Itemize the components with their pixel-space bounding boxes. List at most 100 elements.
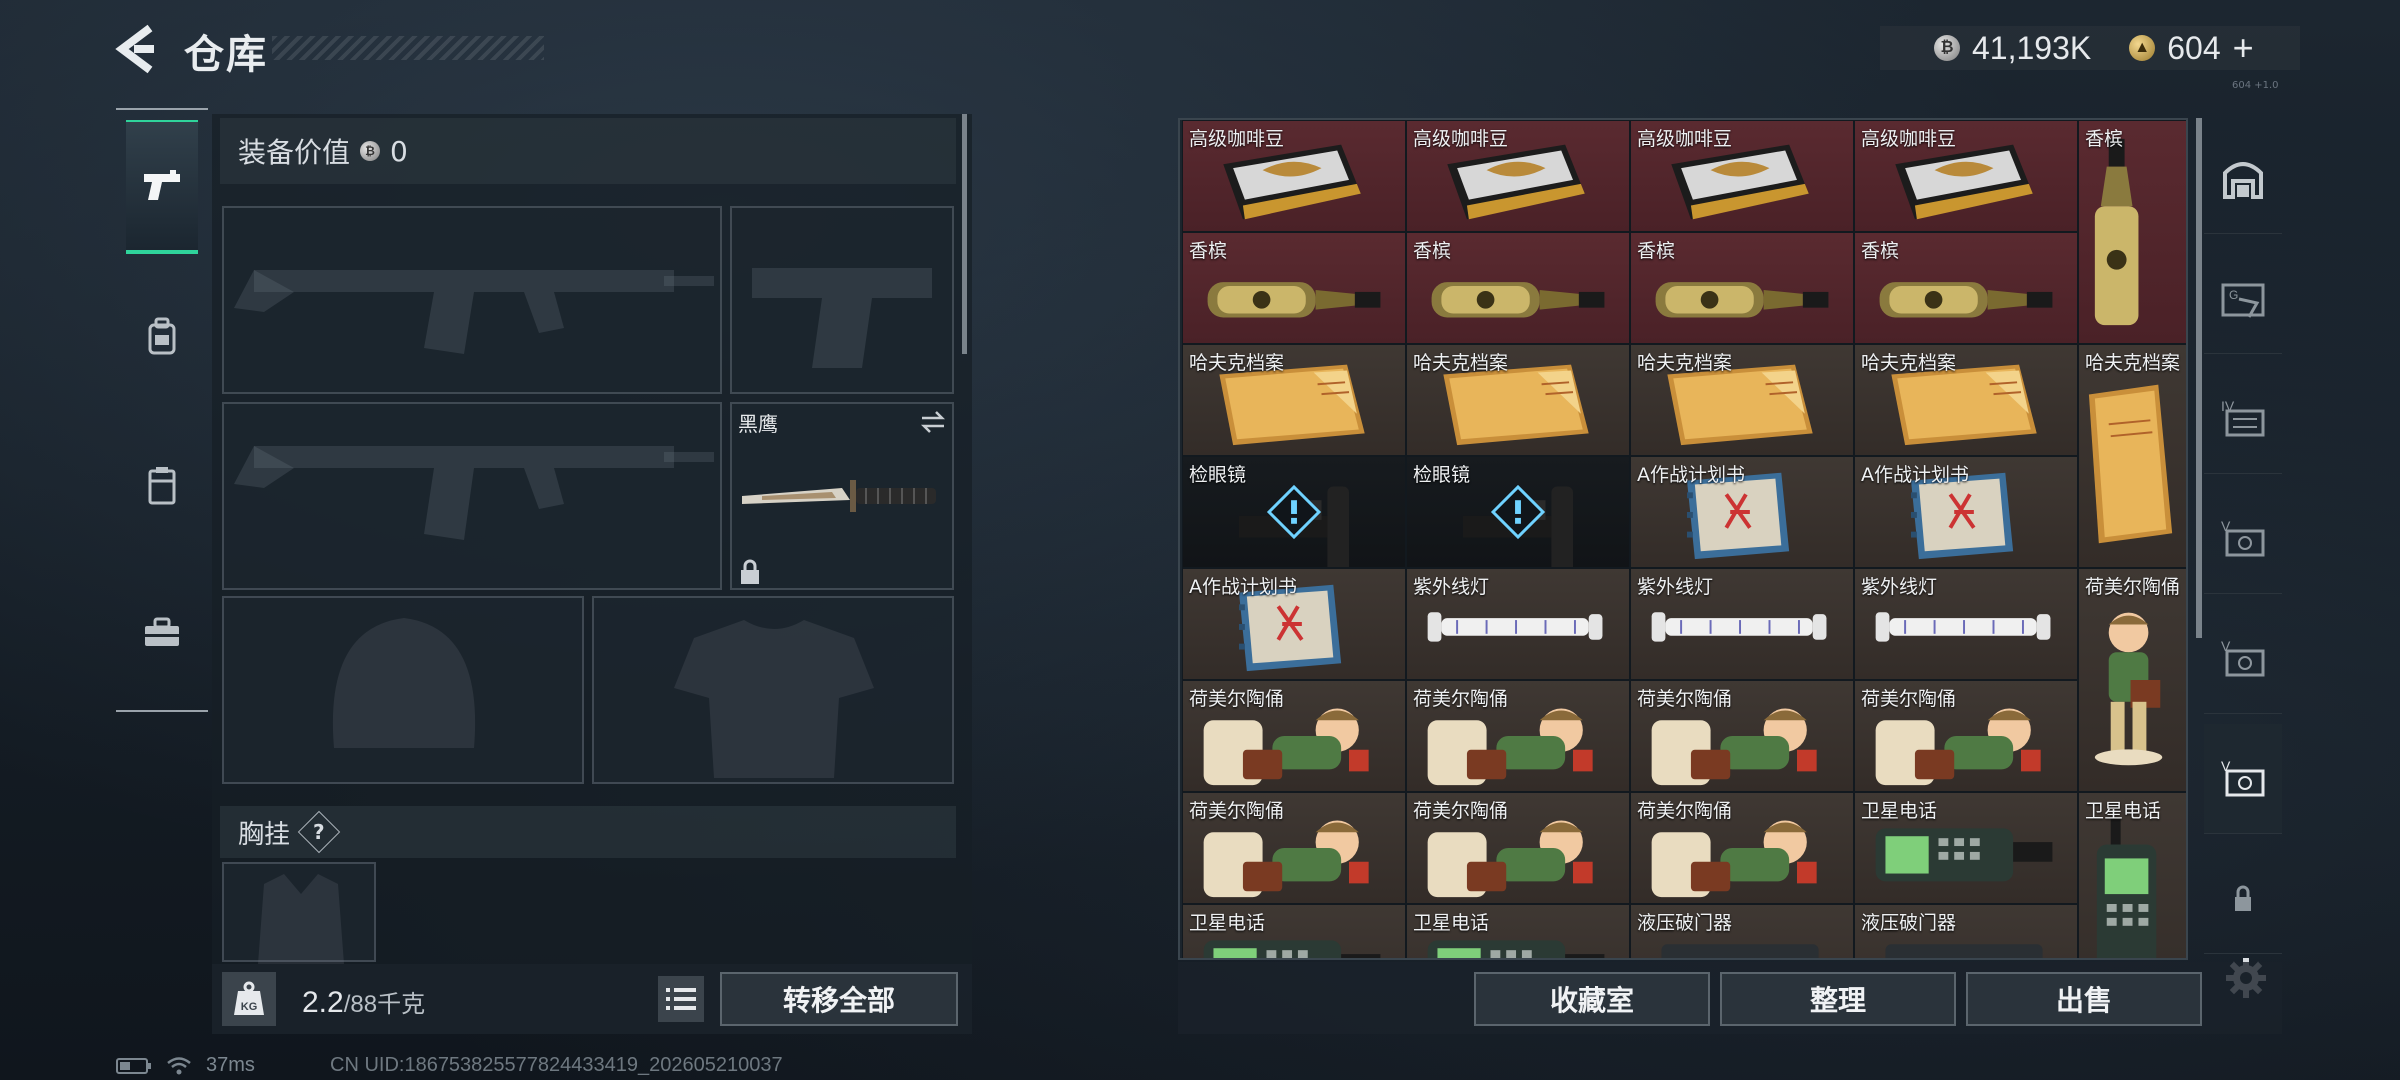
gold-amount: 604 (2167, 29, 2221, 66)
storage-tab-3[interactable]: IV (2204, 364, 2282, 474)
storage-item[interactable]: 卫星电话 (1854, 792, 2078, 904)
tab-toolbox[interactable] (126, 566, 198, 700)
storage-tab-2[interactable]: G (2204, 244, 2282, 354)
item-name: 荷美尔陶俑 (1637, 800, 1733, 822)
weight-icon: KG (222, 972, 276, 1026)
storage-item[interactable]: 高级咖啡豆 (1854, 120, 2078, 232)
svg-text:G: G (2229, 288, 2238, 302)
equip-value-label: 装备价值 (238, 136, 351, 169)
swap-icon[interactable] (918, 410, 948, 434)
pistol-silhouette-icon (752, 268, 932, 368)
storage-item[interactable]: 荷美尔陶俑 (1406, 680, 1630, 792)
storage-item[interactable]: 荷美尔陶俑 (1182, 792, 1406, 904)
storage-item[interactable]: 卫星电话 (1182, 904, 1406, 958)
storage-item[interactable]: 香槟 (1406, 232, 1630, 344)
back-button[interactable] (112, 22, 160, 76)
tab-weapons[interactable] (126, 120, 198, 254)
storage-item[interactable]: 哈夫克档案 (1406, 344, 1630, 456)
storage-tab-4[interactable]: V (2204, 484, 2282, 594)
item-name: 紫外线灯 (1637, 576, 1714, 598)
storage-tab-5[interactable]: V (2204, 604, 2282, 714)
item-name: 紫外线灯 (1413, 576, 1490, 598)
armor-slot[interactable] (592, 596, 954, 784)
sell-button[interactable]: 出售 (1966, 972, 2202, 1026)
chest-rig-header: 胸挂 ? (220, 806, 956, 858)
add-gold-button[interactable]: + (2233, 27, 2254, 69)
secondary-weapon-slot[interactable] (222, 402, 722, 590)
storage-item[interactable]: 液压破门器 (1630, 904, 1854, 958)
storage-item[interactable]: 哈夫克档案 (2078, 344, 2186, 568)
loadout-scrollbar[interactable] (962, 114, 967, 354)
pistol-icon (144, 170, 180, 200)
chest-rig-label: 胸挂 (238, 819, 291, 850)
storage-item[interactable]: 紫外线灯 (1406, 568, 1630, 680)
storage-tab-7[interactable] (2204, 844, 2282, 954)
storage-item[interactable]: 荷美尔陶俑 (1182, 680, 1406, 792)
tab-backpack[interactable] (126, 270, 198, 404)
storage-item[interactable]: A作战计划书 (1630, 456, 1854, 568)
list-view-button[interactable] (658, 976, 704, 1022)
storage-item[interactable]: A作战计划书 (1854, 456, 2078, 568)
item-name: 香槟 (1189, 240, 1228, 262)
item-name: 荷美尔陶俑 (1413, 688, 1509, 710)
storage-item[interactable]: 卫星电话 (2078, 792, 2186, 958)
organize-button[interactable]: 整理 (1720, 972, 1956, 1026)
lock-icon (2235, 885, 2251, 911)
storage-item[interactable]: 荷美尔陶俑 (1630, 792, 1854, 904)
storage-item[interactable]: 哈夫克档案 (1182, 344, 1406, 456)
storage-item[interactable]: 紫外线灯 (1630, 568, 1854, 680)
storage-item[interactable]: 香槟 (1182, 232, 1406, 344)
weight-current: 2.2 (302, 986, 344, 1019)
storage-item[interactable]: 哈夫克档案 (1630, 344, 1854, 456)
storage-item[interactable]: 检眼镜 (1182, 456, 1406, 568)
tab-locker[interactable] (126, 420, 198, 554)
helmet-silhouette-icon (332, 618, 476, 748)
item-name: 液压破门器 (1861, 912, 1957, 934)
sidearm-slot[interactable] (730, 206, 954, 394)
storage-item[interactable]: 液压破门器 (1854, 904, 2078, 958)
currency-bar: ₿ 41,193K ▲ 604 + (1880, 26, 2300, 70)
item-name: 香槟 (2085, 128, 2124, 150)
storage-item[interactable]: 高级咖啡豆 (1182, 120, 1406, 232)
storage-item[interactable]: 高级咖啡豆 (1630, 120, 1854, 232)
status-bar: 37ms (116, 1054, 255, 1077)
silver-coin-icon: ₿ (1934, 35, 1960, 61)
storage-item[interactable]: 荷美尔陶俑 (2078, 568, 2186, 792)
lock-icon (741, 559, 759, 584)
item-name: A作战计划书 (1189, 576, 1297, 598)
storage-item[interactable]: 高级咖啡豆 (1406, 120, 1630, 232)
chest-rig-slot[interactable] (222, 862, 376, 964)
storage-tab-1[interactable] (2204, 124, 2282, 234)
title-decoration (272, 36, 544, 60)
storage-tab-strip: G IV V V V (2204, 118, 2282, 958)
storage-item[interactable]: 香槟 (2078, 120, 2186, 344)
item-name: 紫外线灯 (1861, 576, 1938, 598)
item-name: 液压破门器 (1637, 912, 1733, 934)
file-tall-item-icon (2088, 384, 2173, 544)
item-name: 高级咖啡豆 (1861, 128, 1957, 150)
melee-slot[interactable]: 黑鹰 (730, 402, 954, 590)
storage-item[interactable]: 紫外线灯 (1854, 568, 2078, 680)
storage-grid: 高级咖啡豆 高级咖啡豆 高级咖啡豆 高级咖啡豆 香槟 香槟 香槟 香槟 香槟 哈夫克档案 哈夫克档案… (1178, 118, 2188, 960)
storage-item[interactable]: 哈夫克档案 (1854, 344, 2078, 456)
storage-item[interactable]: 检眼镜 (1406, 456, 1630, 568)
storage-tab-6[interactable]: V (2204, 724, 2282, 834)
item-name: 哈夫克档案 (1413, 352, 1509, 374)
help-icon[interactable]: ? (297, 810, 341, 854)
storage-item[interactable]: 香槟 (1854, 232, 2078, 344)
storage-item[interactable]: 香槟 (1630, 232, 1854, 344)
storage-item[interactable]: A作战计划书 (1182, 568, 1406, 680)
chest-rig-silhouette-icon (258, 874, 344, 964)
transfer-all-button[interactable]: 转移全部 (720, 972, 958, 1026)
primary-weapon-slot[interactable] (222, 206, 722, 394)
storage-item[interactable]: 卫星电话 (1406, 904, 1630, 958)
storage-item[interactable]: 荷美尔陶俑 (1406, 792, 1630, 904)
rifle-silhouette-icon (234, 270, 714, 354)
storage-scrollbar[interactable] (2196, 118, 2202, 638)
warehouse-v3-icon: V (2221, 758, 2265, 796)
item-name: 高级咖啡豆 (1189, 128, 1285, 150)
collection-room-button[interactable]: 收藏室 (1474, 972, 1710, 1026)
storage-item[interactable]: 荷美尔陶俑 (1630, 680, 1854, 792)
helmet-slot[interactable] (222, 596, 584, 784)
storage-item[interactable]: 荷美尔陶俑 (1854, 680, 2078, 792)
